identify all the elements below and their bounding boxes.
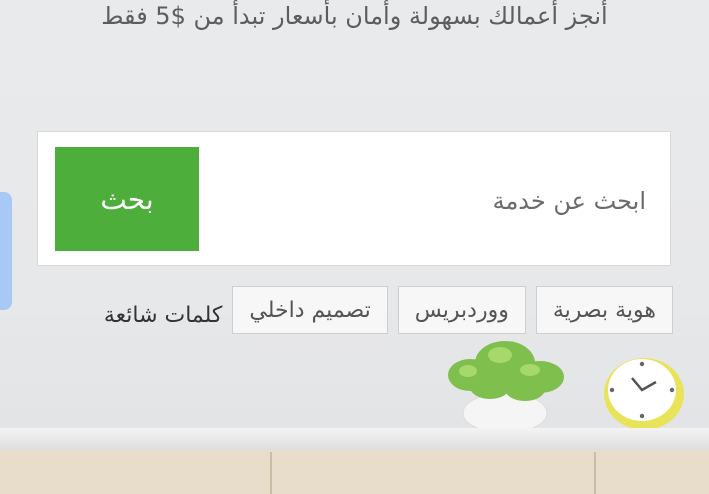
popular-keywords-label: كلمات شائعة [103, 302, 223, 328]
search-box: بحث [37, 131, 671, 266]
plant-illustration [448, 341, 564, 434]
cabinet-divider [594, 452, 596, 494]
shelf [0, 428, 709, 450]
hero-tagline: أنجز أعمالك بسهولة وأمان بأسعار تبدأ من … [101, 2, 608, 30]
search-button[interactable]: بحث [55, 147, 199, 251]
cabinet-divider [270, 452, 272, 494]
clock-illustration [604, 358, 684, 430]
cabinet [0, 450, 709, 494]
search-input[interactable] [264, 180, 648, 222]
side-tab[interactable] [0, 192, 12, 310]
popular-keywords: كلمات شائعة تصميم داخلي ووردبريس هوية بص… [98, 285, 673, 335]
keyword-chip-interior-design[interactable]: تصميم داخلي [232, 286, 388, 334]
